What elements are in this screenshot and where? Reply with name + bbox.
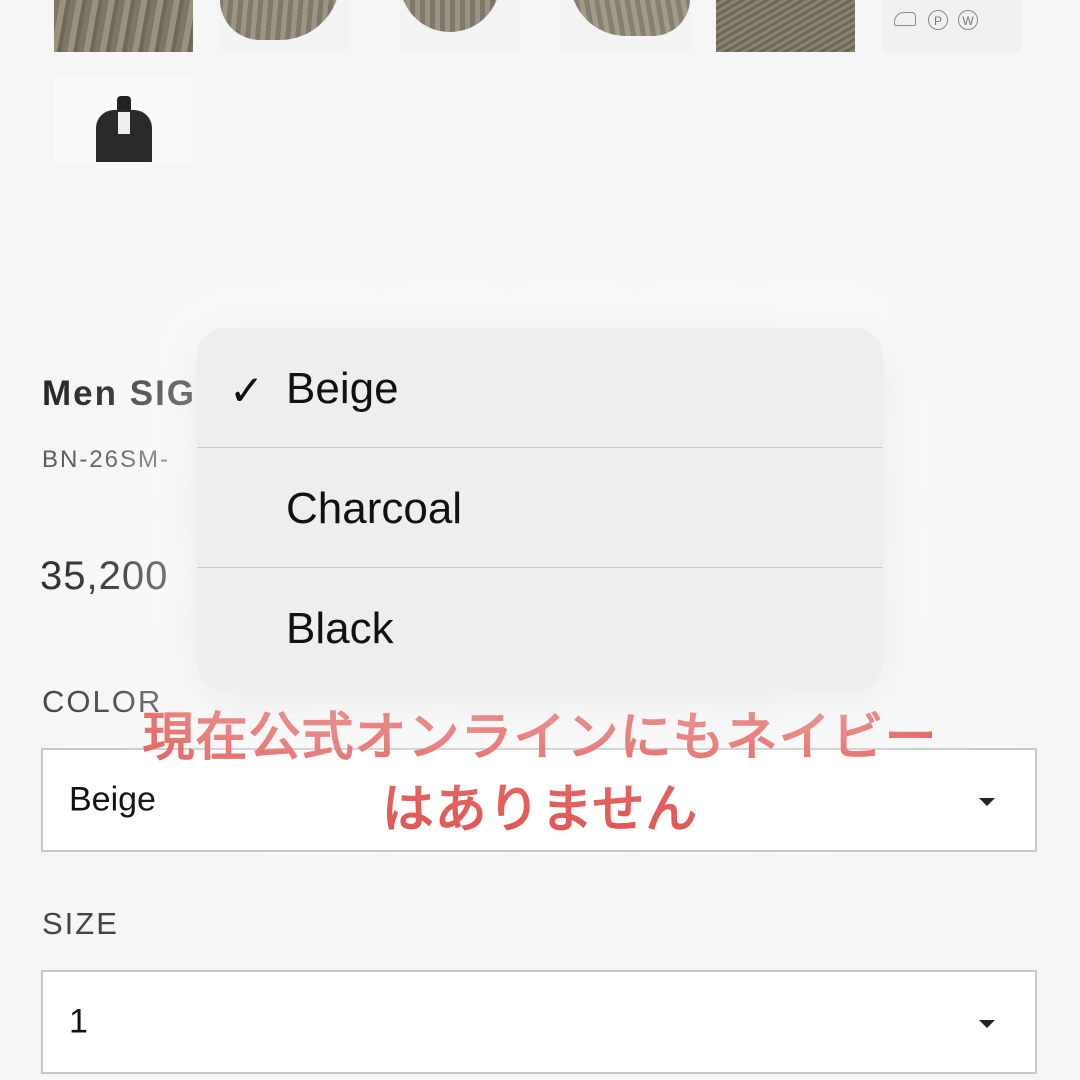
size-label: SIZE xyxy=(42,906,119,941)
dry-clean-p-icon: P xyxy=(928,10,948,30)
size-select-value: 1 xyxy=(69,1002,88,1041)
shirt-image xyxy=(118,112,130,134)
thumbnail-sleeve-3[interactable] xyxy=(560,0,690,50)
checkmark-icon: ✓ xyxy=(229,367,265,414)
sleeve-image xyxy=(220,0,340,40)
iron-icon xyxy=(894,12,916,26)
dropdown-option-charcoal[interactable]: Charcoal xyxy=(197,448,883,568)
thumbnail-sleeve-1[interactable] xyxy=(220,0,350,50)
thumbnail-care-label[interactable]: P W xyxy=(882,0,1021,52)
option-label: Beige xyxy=(286,364,399,413)
annotation-line-1: 現在公式オンラインにもネイビー xyxy=(142,708,938,768)
dropdown-option-beige[interactable]: ✓ Beige xyxy=(197,328,883,448)
product-thumbnails: P W xyxy=(0,0,1080,170)
thumbnail-model-black[interactable] xyxy=(54,78,193,162)
dropdown-option-black[interactable]: Black xyxy=(197,568,883,688)
thumbnail-fabric-texture[interactable] xyxy=(716,0,855,52)
thumbnail-knit-detail[interactable] xyxy=(54,0,193,52)
caret-down-icon xyxy=(979,1020,995,1028)
caret-down-icon xyxy=(979,798,995,806)
wet-clean-w-icon: W xyxy=(958,10,978,30)
sleeve-image xyxy=(570,0,690,36)
option-label: Black xyxy=(286,604,394,653)
product-code: BN-26SM- xyxy=(42,446,171,473)
product-price: 35,200 xyxy=(40,554,169,598)
thumbnail-sleeve-2[interactable] xyxy=(400,0,520,50)
annotation-line-2: はありません xyxy=(381,780,699,840)
annotation-note: 現在公式オンラインにもネイビー はありません xyxy=(110,702,970,846)
color-dropdown-menu: ✓ Beige Charcoal Black xyxy=(197,328,883,690)
size-select[interactable]: 1 xyxy=(41,970,1037,1074)
sleeve-image xyxy=(400,0,500,32)
option-label: Charcoal xyxy=(286,484,463,533)
